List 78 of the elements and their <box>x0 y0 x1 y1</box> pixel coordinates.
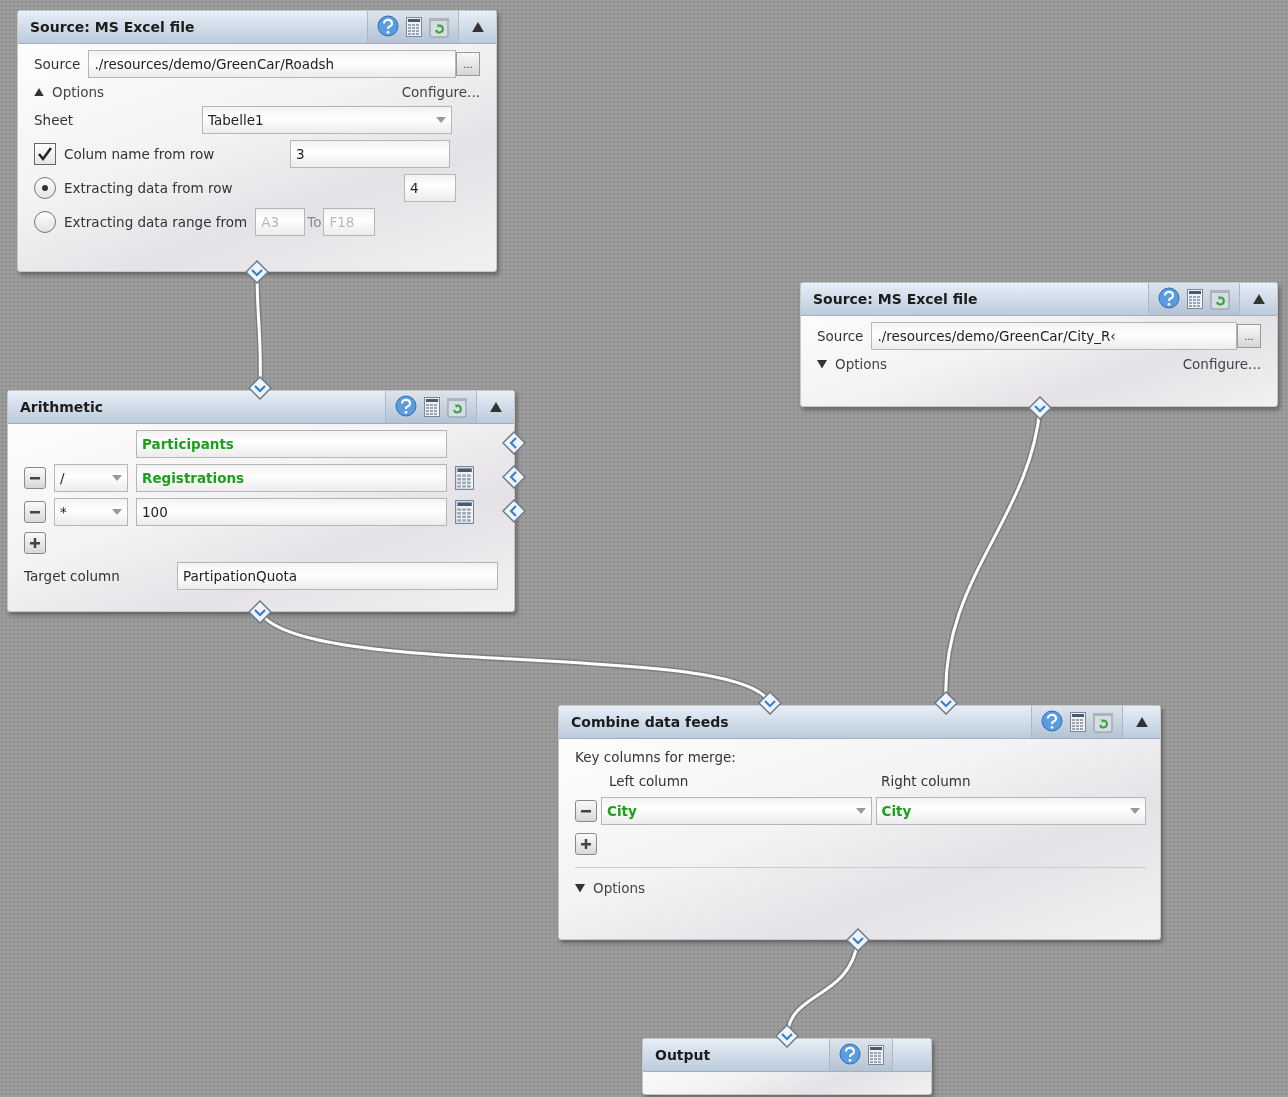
collapse-icon <box>489 401 502 413</box>
node-title: Arithmetic <box>19 398 105 417</box>
radio-button[interactable] <box>34 211 56 233</box>
radio-label: Extracting data range from <box>64 214 248 230</box>
target-column-field[interactable]: PartipationQuota <box>177 562 498 590</box>
remove-button[interactable] <box>24 467 46 489</box>
node-title: Output <box>654 1046 712 1065</box>
checkbox-label: Colum name from row <box>64 146 216 162</box>
configure-link[interactable]: Configure... <box>1182 356 1261 372</box>
port-icon[interactable] <box>502 499 526 523</box>
collapse-arrow-icon <box>34 87 44 97</box>
operator-dropdown[interactable]: * <box>54 498 128 526</box>
row-number-field[interactable]: 3 <box>290 140 450 168</box>
remove-button[interactable] <box>24 501 46 523</box>
field-label: Target column <box>24 568 121 584</box>
plus-icon <box>29 537 41 549</box>
sheet-dropdown[interactable]: Tabelle1 <box>202 106 452 134</box>
field-label: Source <box>817 328 864 344</box>
expand-arrow-icon <box>575 883 585 893</box>
port-icon[interactable] <box>502 431 526 455</box>
collapse-icon <box>471 21 484 33</box>
plus-icon <box>580 838 592 850</box>
add-button[interactable] <box>575 833 597 855</box>
options-toggle[interactable]: Options <box>575 880 1146 896</box>
dropdown-arrow-icon <box>112 475 122 481</box>
help-icon[interactable] <box>394 395 418 419</box>
configure-link[interactable]: Configure... <box>401 84 480 100</box>
help-icon[interactable] <box>1040 710 1064 734</box>
checkbox[interactable] <box>34 143 56 165</box>
column-header: Left column <box>609 773 690 789</box>
table-icon[interactable] <box>868 1045 884 1065</box>
table-icon[interactable] <box>454 500 474 524</box>
table-icon[interactable] <box>1070 712 1086 732</box>
help-icon[interactable] <box>838 1043 862 1067</box>
node-title: Combine data feeds <box>570 713 730 732</box>
file-path-field[interactable]: ./resources/demo/GreenCar/City_R‹ <box>871 322 1237 350</box>
dropdown-arrow-icon <box>1130 808 1140 814</box>
table-icon[interactable] <box>1187 289 1203 309</box>
add-button[interactable] <box>24 532 46 554</box>
table-icon[interactable] <box>454 466 474 490</box>
node-title: Source: MS Excel file <box>29 18 196 37</box>
collapse-icon <box>1135 716 1148 728</box>
column-header: Right column <box>881 773 971 789</box>
file-path-field[interactable]: ./resources/demo/GreenCar/Roadsh <box>88 50 456 78</box>
radio-button[interactable] <box>34 177 56 199</box>
port-icon[interactable] <box>502 465 526 489</box>
range-to-label: To <box>307 214 322 230</box>
checkmark-icon <box>37 146 53 162</box>
node-title: Source: MS Excel file <box>812 290 979 309</box>
port-icon[interactable] <box>245 260 269 284</box>
radio-label: Extracting data from row <box>64 180 234 196</box>
section-label: Key columns for merge: <box>575 749 737 765</box>
port-icon[interactable] <box>758 691 782 715</box>
options-toggle[interactable]: Options <box>817 356 888 372</box>
table-icon[interactable] <box>406 17 422 37</box>
dropdown-arrow-icon <box>436 117 446 123</box>
operator-dropdown[interactable]: / <box>54 464 128 492</box>
field-label: Sheet <box>34 112 75 128</box>
expand-arrow-icon <box>817 359 827 369</box>
port-icon[interactable] <box>1028 396 1052 420</box>
help-icon[interactable] <box>376 15 400 39</box>
value-field[interactable]: 100 <box>136 498 447 526</box>
port-icon[interactable] <box>775 1024 799 1048</box>
port-icon[interactable] <box>934 691 958 715</box>
browse-button[interactable]: ... <box>456 52 480 76</box>
row-number-field[interactable]: 4 <box>404 174 456 202</box>
help-icon[interactable] <box>1157 287 1181 311</box>
port-icon[interactable] <box>248 376 272 400</box>
remove-button[interactable] <box>575 800 597 822</box>
table-icon[interactable] <box>424 397 440 417</box>
collapse-icon <box>1252 293 1265 305</box>
field-label: Source <box>34 56 81 72</box>
options-toggle[interactable]: Options <box>34 84 105 100</box>
port-icon[interactable] <box>846 928 870 952</box>
dropdown-arrow-icon <box>112 509 122 515</box>
browse-button[interactable]: ... <box>1237 324 1261 348</box>
dropdown-arrow-icon <box>855 808 866 814</box>
port-icon[interactable] <box>248 600 272 624</box>
